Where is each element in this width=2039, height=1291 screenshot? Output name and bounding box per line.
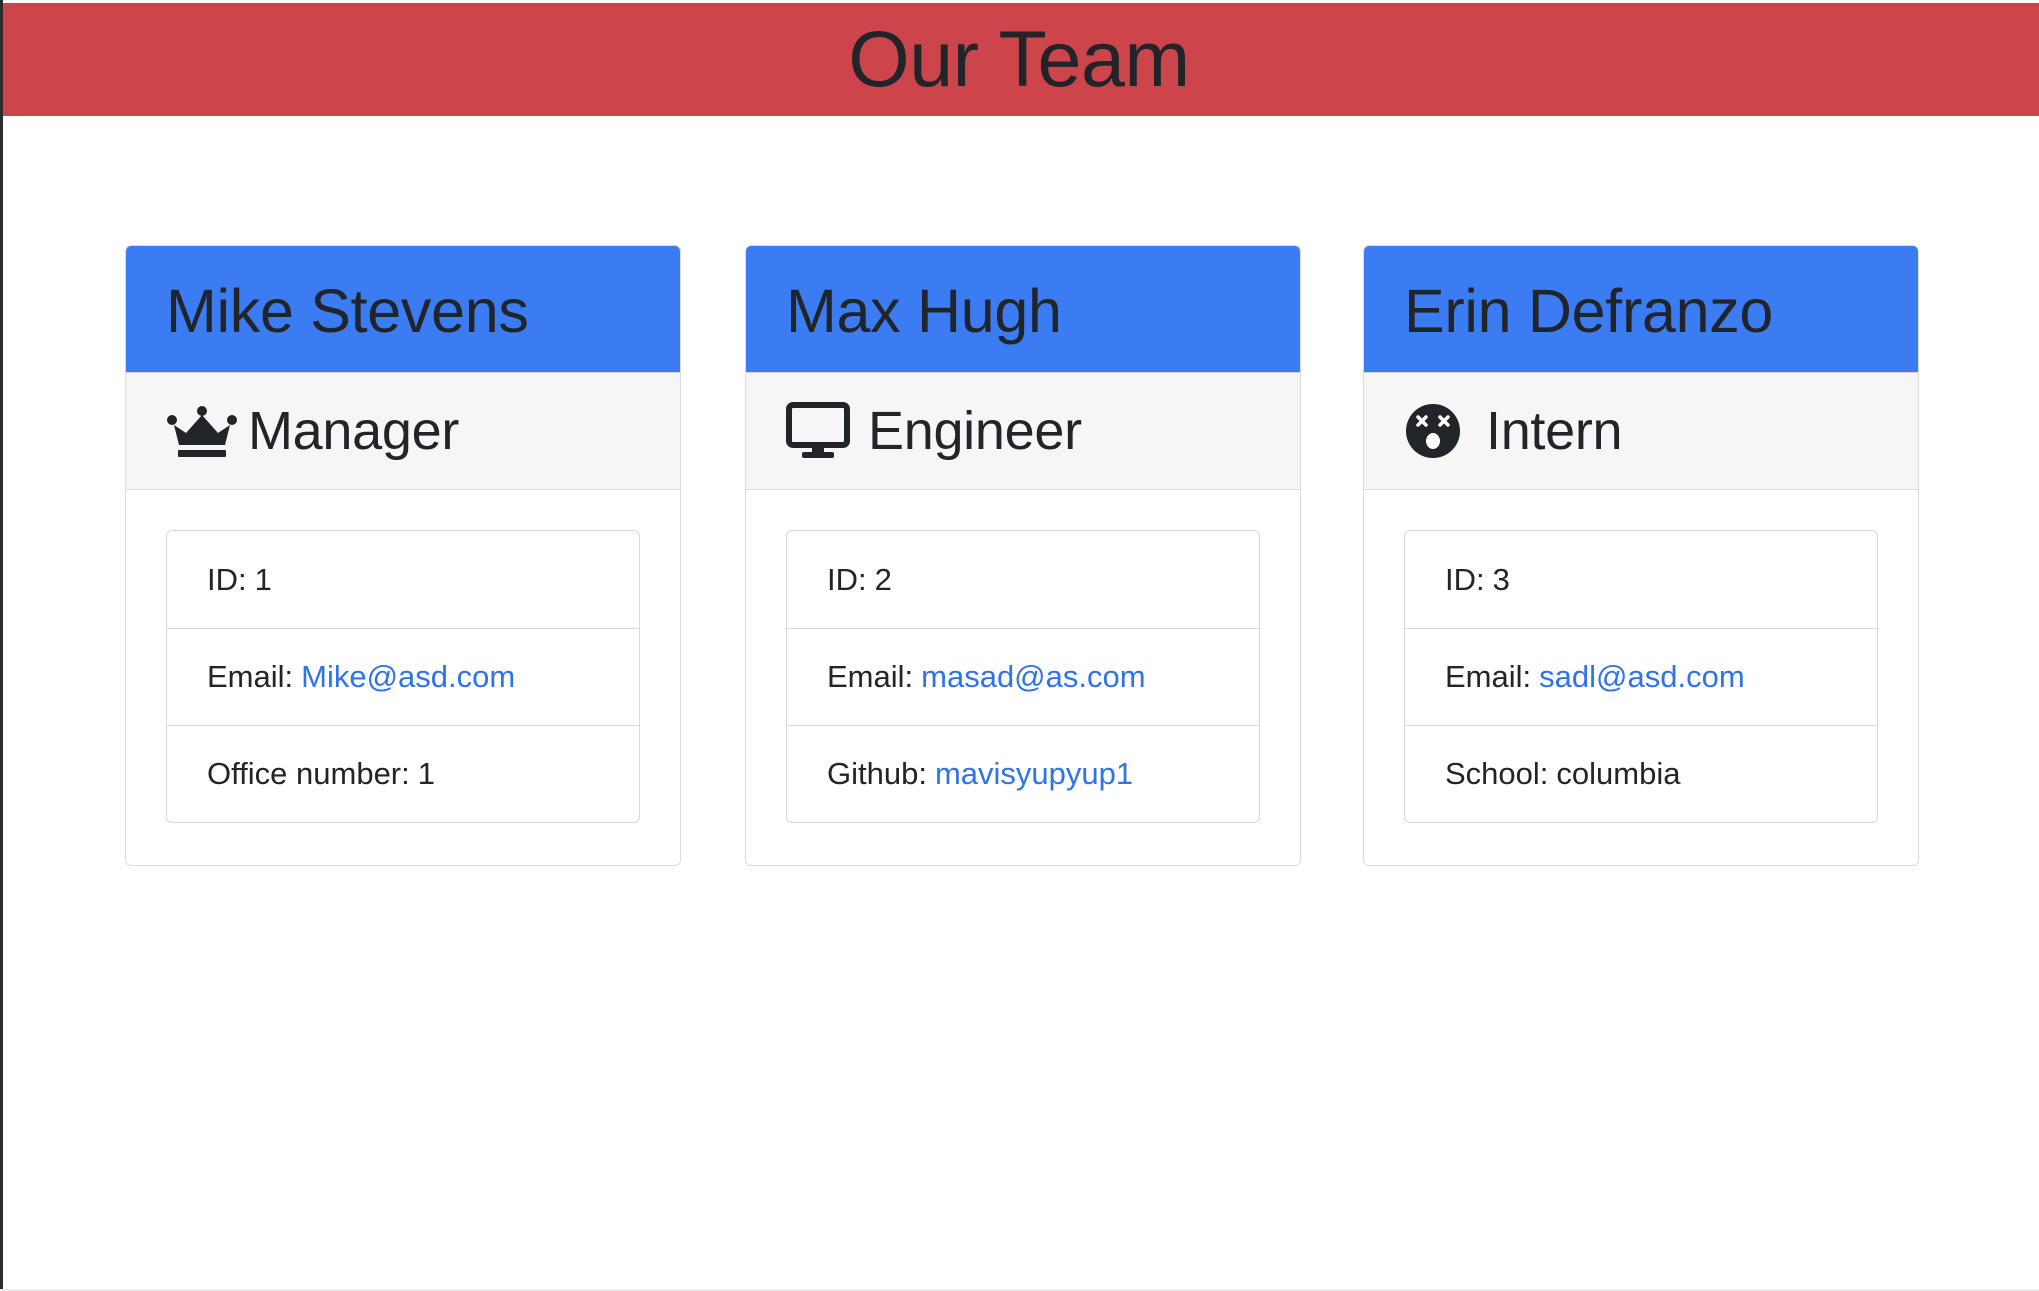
school-row: School: columbia bbox=[1405, 725, 1877, 822]
card-role-bar: Manager bbox=[126, 373, 680, 490]
info-list: ID: 2 Email: masad@as.com Github: mavisy… bbox=[786, 530, 1260, 823]
school-value: columbia bbox=[1556, 756, 1681, 791]
email-label: Email: bbox=[827, 659, 914, 694]
email-link[interactable]: Mike@asd.com bbox=[301, 659, 515, 695]
email-link[interactable]: sadl@asd.com bbox=[1539, 659, 1745, 695]
employee-card-engineer: Max Hugh Engineer ID: 2 Email: masad@as.… bbox=[745, 245, 1301, 866]
id-row: ID: 1 bbox=[167, 531, 639, 628]
desktop-icon bbox=[786, 401, 858, 461]
employee-role: Intern bbox=[1486, 401, 1623, 461]
card-header: Mike Stevens bbox=[126, 246, 680, 373]
email-link[interactable]: masad@as.com bbox=[921, 659, 1145, 695]
card-header: Max Hugh bbox=[746, 246, 1300, 373]
info-list: ID: 3 Email: sadl@asd.com School: columb… bbox=[1404, 530, 1878, 823]
card-body: ID: 3 Email: sadl@asd.com School: columb… bbox=[1364, 490, 1918, 864]
employee-name: Max Hugh bbox=[786, 277, 1062, 345]
email-row: Email: Mike@asd.com bbox=[167, 628, 639, 725]
employee-card-intern: Erin Defranzo Intern ID: 3 Email: sadl@a… bbox=[1363, 245, 1919, 866]
employee-role: Manager bbox=[248, 401, 460, 461]
email-label: Email: bbox=[207, 659, 294, 694]
card-body: ID: 1 Email: Mike@asd.com Office number:… bbox=[126, 490, 680, 864]
dizzy-face-icon bbox=[1404, 401, 1476, 461]
card-body: ID: 2 Email: masad@as.com Github: mavisy… bbox=[746, 490, 1300, 864]
email-row: Email: masad@as.com bbox=[787, 628, 1259, 725]
info-list: ID: 1 Email: Mike@asd.com Office number:… bbox=[166, 530, 640, 823]
id-label: ID: bbox=[207, 561, 247, 597]
email-label: Email: bbox=[1445, 659, 1532, 694]
employee-name: Mike Stevens bbox=[166, 277, 529, 345]
employee-name: Erin Defranzo bbox=[1404, 277, 1774, 345]
office-number-value: 1 bbox=[417, 756, 435, 791]
id-label: ID: bbox=[1445, 561, 1485, 597]
card-header: Erin Defranzo bbox=[1364, 246, 1918, 373]
id-row: ID: 3 bbox=[1405, 531, 1877, 628]
employee-role: Engineer bbox=[868, 401, 1082, 461]
id-label: ID: bbox=[827, 561, 867, 597]
id-value: 3 bbox=[1492, 561, 1510, 597]
email-row: Email: sadl@asd.com bbox=[1405, 628, 1877, 725]
id-value: 1 bbox=[254, 561, 272, 597]
page-header: Our Team bbox=[3, 3, 2039, 116]
id-row: ID: 2 bbox=[787, 531, 1259, 628]
github-row: Github: mavisyupyup1 bbox=[787, 725, 1259, 822]
card-role-bar: Engineer bbox=[746, 373, 1300, 490]
github-label: Github: bbox=[827, 756, 927, 791]
crown-icon bbox=[166, 401, 238, 461]
id-value: 2 bbox=[874, 561, 892, 597]
page-title: Our Team bbox=[848, 13, 1190, 103]
office-number-row: Office number: 1 bbox=[167, 725, 639, 822]
window-left-edge bbox=[0, 0, 3, 1291]
employee-card-manager: Mike Stevens Manager ID: 1 Email: Mike@a… bbox=[125, 245, 681, 866]
office-number-label: Office number: bbox=[207, 756, 410, 791]
school-label: School: bbox=[1445, 756, 1549, 791]
github-link[interactable]: mavisyupyup1 bbox=[935, 756, 1133, 792]
card-role-bar: Intern bbox=[1364, 373, 1918, 490]
